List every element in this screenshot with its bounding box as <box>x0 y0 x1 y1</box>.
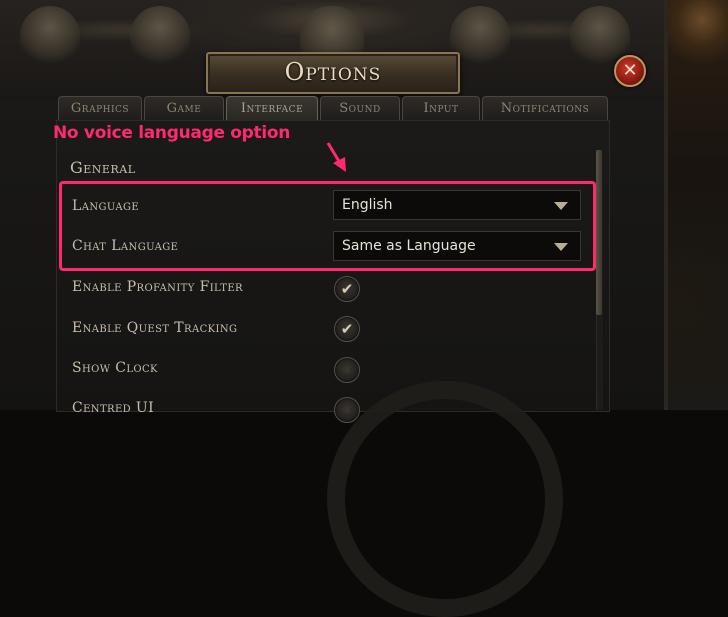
annotation-arrow-icon <box>326 142 346 172</box>
gear-watermark <box>327 381 563 617</box>
